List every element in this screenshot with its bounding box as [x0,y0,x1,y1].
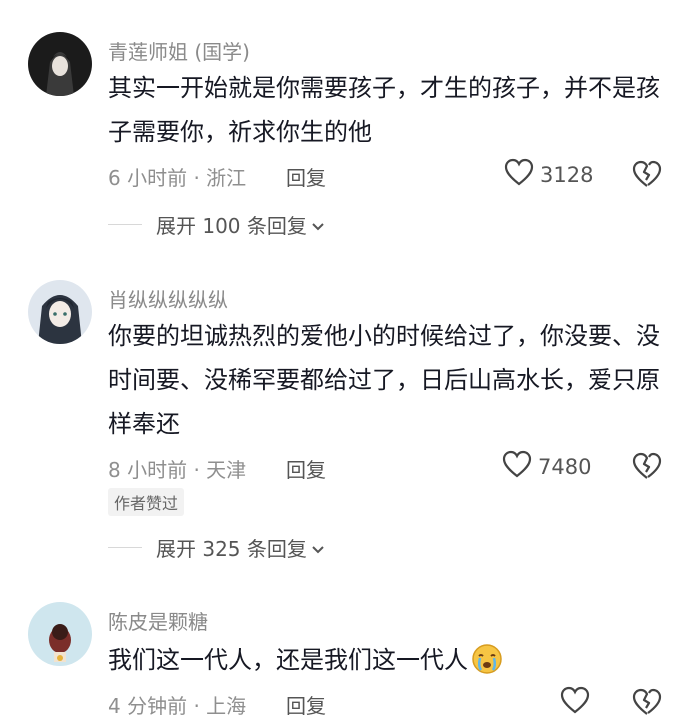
broken-heart-icon [632,688,662,715]
comment-meta: 6 小时前 · 浙江 [108,166,247,190]
username[interactable]: 青莲师姐 (国学) [108,36,250,65]
username[interactable]: 肖纵纵纵纵纵 [108,284,228,313]
reply-button[interactable]: 回复 [286,454,326,483]
dislike-button[interactable] [632,452,662,484]
crying-emoji-icon [470,642,504,690]
heart-outline-icon [560,686,590,719]
expand-replies-label: 展开 325 条回复 [156,537,307,561]
like-button[interactable]: 3128 [504,158,593,191]
comment-text-content: 我们这一代人，还是我们这一代人 [108,646,468,674]
broken-heart-icon [632,160,662,187]
like-count: 7480 [538,454,592,479]
author-liked-badge: 作者赞过 [108,488,185,516]
comment-meta: 8 小时前 · 天津 [108,458,247,482]
chevron-down-icon [311,536,325,560]
comment-text: 你要的坦诚热烈的爱他小的时候给过了，你没要、没时间要、没稀罕要都给过了，日后山高… [108,322,660,438]
like-count: 3128 [540,162,594,187]
expand-replies-label: 展开 100 条回复 [156,214,307,238]
divider [108,547,142,548]
divider [108,224,142,225]
comment-text: 我们这一代人，还是我们这一代人 [108,638,668,690]
avatar[interactable] [28,602,92,666]
like-button[interactable]: 7480 [502,450,591,483]
comment-text: 其实一开始就是你需要孩子，才生的孩子，并不是孩子需要你，祈求你生的他 [108,74,660,146]
reply-button[interactable]: 回复 [286,162,326,191]
username[interactable]: 陈皮是颗糖 [108,606,208,635]
comment-meta: 4 分钟前 · 上海 [108,694,247,718]
expand-replies-button[interactable]: 展开 325 条回复 [108,533,325,562]
chevron-down-icon [311,213,325,237]
avatar[interactable] [28,280,92,344]
dislike-button[interactable] [632,688,662,720]
dislike-button[interactable] [632,160,662,192]
expand-replies-button[interactable]: 展开 100 条回复 [108,210,325,239]
comment-list: 青莲师姐 (国学) 其实一开始就是你需要孩子，才生的孩子，并不是孩子需要你，祈求… [0,0,690,722]
reply-button[interactable]: 回复 [286,690,326,719]
avatar[interactable] [28,32,92,96]
heart-outline-icon [502,450,532,483]
like-button[interactable] [560,686,590,719]
heart-outline-icon [504,158,534,191]
broken-heart-icon [632,452,662,479]
